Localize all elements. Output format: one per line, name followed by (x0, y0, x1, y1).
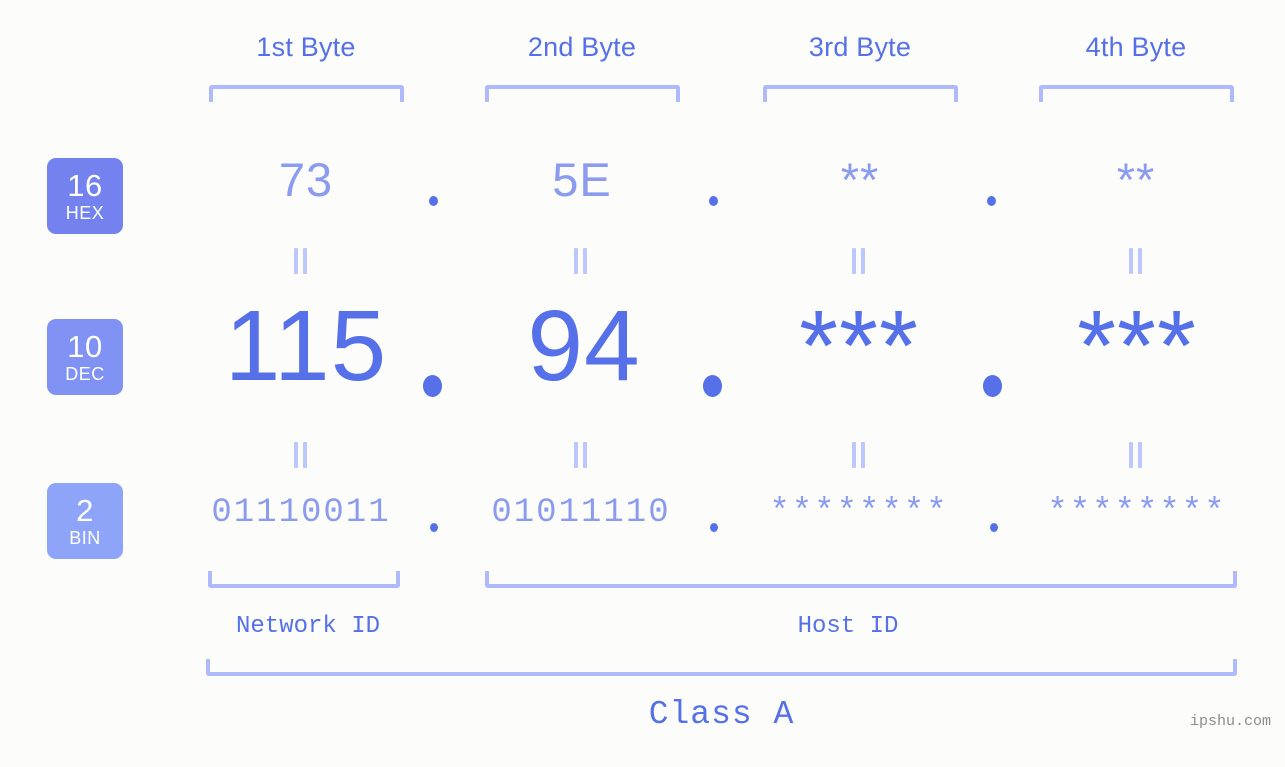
equals-connector-hex-dec-4 (1129, 248, 1143, 274)
network-id-label: Network ID (235, 613, 381, 640)
bin-value-byte-1: 01110011 (211, 494, 391, 532)
byte-bracket-2 (485, 85, 680, 102)
base-badge-hex: 16 HEX (47, 158, 123, 234)
dec-value-byte-3: *** (799, 290, 919, 402)
base-badge-bin: 2 BIN (47, 483, 123, 559)
base-badge-bin-number: 2 (76, 493, 94, 528)
equals-connector-dec-bin-1 (294, 442, 308, 468)
dec-value-byte-2: 94 (527, 290, 641, 402)
host-id-label: Host ID (797, 613, 899, 640)
bin-dot-separator-2 (710, 523, 718, 532)
dec-dot-separator-3 (983, 375, 1002, 397)
base-badge-bin-name: BIN (69, 528, 101, 548)
base-badge-dec-name: DEC (65, 364, 105, 384)
hex-dot-separator-3 (987, 196, 996, 206)
dec-value-byte-1: 115 (224, 290, 388, 402)
equals-connector-dec-bin-2 (574, 442, 588, 468)
watermark: ipshu.com (1189, 713, 1271, 730)
hex-dot-separator-1 (429, 196, 438, 206)
base-badge-hex-name: HEX (65, 203, 105, 223)
base-badge-hex-number: 16 (67, 168, 103, 203)
byte-header-2: 2nd Byte (527, 32, 637, 62)
equals-connector-hex-dec-3 (852, 248, 866, 274)
equals-connector-dec-bin-3 (852, 442, 866, 468)
bin-value-byte-4: ******** (1047, 494, 1227, 532)
byte-bracket-1 (209, 85, 404, 102)
hex-value-byte-3: ** (840, 153, 880, 206)
byte-bracket-4 (1039, 85, 1234, 102)
hex-value-byte-1: 73 (278, 153, 334, 206)
bin-dot-separator-1 (430, 523, 438, 532)
hex-value-byte-2: 5E (552, 153, 612, 206)
equals-connector-hex-dec-2 (574, 248, 588, 274)
class-label: Class A (648, 696, 795, 733)
base-badge-dec-number: 10 (67, 329, 103, 364)
dec-dot-separator-1 (423, 375, 442, 397)
ip-byte-breakdown-figure: 1st Byte 2nd Byte 3rd Byte 4th Byte 16 H… (0, 0, 1285, 767)
dec-dot-separator-2 (703, 375, 722, 397)
byte-header-1: 1st Byte (256, 32, 356, 62)
byte-header-3: 3rd Byte (808, 32, 912, 62)
hex-dot-separator-2 (709, 196, 718, 206)
bin-dot-separator-3 (990, 523, 998, 532)
equals-connector-dec-bin-4 (1129, 442, 1143, 468)
class-bracket (206, 659, 1237, 676)
host-id-bracket (485, 571, 1237, 588)
byte-header-4: 4th Byte (1085, 32, 1187, 62)
bin-value-byte-3: ******** (769, 494, 949, 532)
network-id-bracket (208, 571, 400, 588)
hex-value-byte-4: ** (1116, 153, 1156, 206)
dec-value-byte-4: *** (1077, 290, 1197, 402)
byte-bracket-3 (763, 85, 958, 102)
base-badge-dec: 10 DEC (47, 319, 123, 395)
equals-connector-hex-dec-1 (294, 248, 308, 274)
bin-value-byte-2: 01011110 (491, 494, 671, 532)
